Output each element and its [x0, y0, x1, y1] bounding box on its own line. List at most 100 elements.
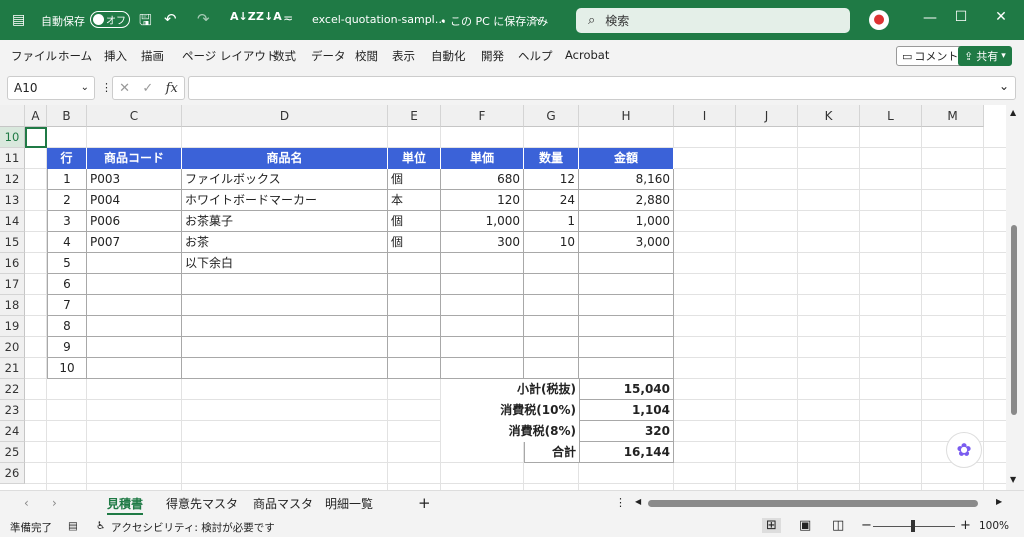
line-no-cell[interactable]: 7 — [47, 295, 87, 316]
menu-insert[interactable]: 挿入 — [104, 48, 127, 64]
product-code-cell[interactable] — [87, 295, 182, 316]
product-name-cell[interactable]: お茶 — [182, 232, 388, 253]
unit-cell[interactable] — [388, 358, 441, 379]
column-header-e[interactable]: E — [388, 105, 441, 127]
unit-cell[interactable] — [388, 295, 441, 316]
zoom-level[interactable]: 100% — [979, 520, 1009, 532]
product-name-cell[interactable] — [182, 337, 388, 358]
unit-cell[interactable] — [388, 253, 441, 274]
menu-acrobat[interactable]: Acrobat — [565, 48, 609, 62]
unit-price-cell[interactable] — [441, 358, 524, 379]
row-header-17[interactable]: 17 — [0, 274, 25, 295]
header-quantity[interactable]: 数量 — [524, 148, 579, 169]
row-header-14[interactable]: 14 — [0, 211, 25, 232]
unit-cell[interactable]: 個 — [388, 169, 441, 190]
redo-icon[interactable]: ↷ — [197, 10, 210, 28]
next-sheet-icon[interactable]: › — [52, 496, 57, 510]
header-unit[interactable]: 単位 — [388, 148, 441, 169]
total-value-cell[interactable]: 320 — [579, 421, 674, 442]
menu-draw[interactable]: 描画 — [141, 48, 164, 64]
unit-price-cell[interactable] — [441, 253, 524, 274]
quantity-cell[interactable] — [524, 274, 579, 295]
unit-price-cell[interactable] — [441, 274, 524, 295]
row-header-25[interactable]: 25 — [0, 442, 25, 463]
total-value-cell[interactable]: 16,144 — [579, 442, 674, 463]
row-header-13[interactable]: 13 — [0, 190, 25, 211]
file-name[interactable]: excel-quotation-sampl… — [312, 13, 446, 26]
product-name-cell[interactable] — [182, 274, 388, 295]
line-no-cell[interactable]: 6 — [47, 274, 87, 295]
close-button[interactable]: ✕ — [985, 9, 1017, 25]
amount-cell[interactable]: 2,880 — [579, 190, 674, 211]
quantity-cell[interactable] — [524, 337, 579, 358]
header-amount[interactable]: 金額 — [579, 148, 674, 169]
product-code-cell[interactable] — [87, 316, 182, 337]
enter-icon[interactable]: ✓ — [142, 81, 153, 96]
sheet-tab-quotation[interactable]: 見積書 — [107, 495, 144, 515]
sort-descending-icon[interactable]: Z↓A — [256, 10, 282, 23]
undo-icon[interactable]: ↶ — [164, 10, 177, 28]
amount-cell[interactable] — [579, 337, 674, 358]
product-code-cell[interactable]: P004 — [87, 190, 182, 211]
save-icon[interactable]: 🖫 — [139, 10, 152, 35]
menu-automate[interactable]: 自動化 — [431, 48, 466, 64]
unit-price-cell[interactable]: 300 — [441, 232, 524, 253]
product-name-cell[interactable] — [182, 295, 388, 316]
quantity-cell[interactable]: 10 — [524, 232, 579, 253]
page-break-view-icon[interactable]: ◫ — [832, 518, 844, 533]
row-header-20[interactable]: 20 — [0, 337, 25, 358]
unit-price-cell[interactable] — [441, 295, 524, 316]
total-value-cell[interactable]: 1,104 — [579, 400, 674, 421]
name-box[interactable]: A10 ⌄ — [7, 76, 95, 100]
unit-price-cell[interactable] — [441, 337, 524, 358]
amount-cell[interactable] — [579, 316, 674, 337]
row-header-12[interactable]: 12 — [0, 169, 25, 190]
menu-page-layout[interactable]: ページ レイアウト — [182, 48, 277, 64]
scroll-left-icon[interactable]: ◀ — [635, 497, 641, 506]
vertical-scrollbar[interactable]: ▲ ▼ — [1006, 105, 1024, 490]
row-header-26[interactable]: 26 — [0, 463, 25, 484]
accessibility-status[interactable]: アクセシビリティ: 検討が必要です — [111, 520, 275, 535]
autosave-toggle[interactable]: オフ — [90, 11, 130, 28]
total-label-cell[interactable]: 小計(税抜) — [441, 379, 579, 400]
select-all-corner[interactable] — [0, 105, 25, 127]
quantity-cell[interactable]: 24 — [524, 190, 579, 211]
column-header-l[interactable]: L — [860, 105, 922, 127]
column-header-a[interactable]: A — [25, 105, 47, 127]
amount-cell[interactable] — [579, 295, 674, 316]
total-label-cell[interactable]: 消費税(8%) — [441, 421, 579, 442]
row-header-15[interactable]: 15 — [0, 232, 25, 253]
copilot-button[interactable]: ✿ — [946, 432, 982, 468]
cancel-icon[interactable]: ✕ — [119, 81, 130, 96]
row-header-22[interactable]: 22 — [0, 379, 25, 400]
menu-view[interactable]: 表示 — [392, 48, 415, 64]
column-header-d[interactable]: D — [182, 105, 388, 127]
sort-ascending-icon[interactable]: A↓Z — [230, 10, 256, 23]
zoom-out-icon[interactable]: − — [861, 518, 872, 533]
line-no-cell[interactable]: 1 — [47, 169, 87, 190]
column-header-j[interactable]: J — [736, 105, 798, 127]
column-header-h[interactable]: H — [579, 105, 674, 127]
unit-price-cell[interactable]: 1,000 — [441, 211, 524, 232]
horizontal-scroll-thumb[interactable] — [648, 500, 978, 507]
customize-toolbar-icon[interactable]: ≂ — [283, 11, 293, 25]
unit-cell[interactable]: 本 — [388, 190, 441, 211]
menu-review[interactable]: 校閲 — [355, 48, 378, 64]
product-code-cell[interactable]: P007 — [87, 232, 182, 253]
unit-cell[interactable] — [388, 337, 441, 358]
avatar[interactable]: ● — [869, 10, 889, 30]
product-name-cell[interactable]: 以下余白 — [182, 253, 388, 274]
maximize-button[interactable]: ☐ — [945, 9, 977, 25]
product-code-cell[interactable]: P006 — [87, 211, 182, 232]
menu-file[interactable]: ファイル — [11, 48, 57, 64]
product-code-cell[interactable]: P003 — [87, 169, 182, 190]
column-header-g[interactable]: G — [524, 105, 579, 127]
product-code-cell[interactable] — [87, 253, 182, 274]
minimize-button[interactable]: — — [914, 10, 946, 26]
column-header-f[interactable]: F — [441, 105, 524, 127]
unit-cell[interactable]: 個 — [388, 211, 441, 232]
amount-cell[interactable] — [579, 358, 674, 379]
amount-cell[interactable]: 1,000 — [579, 211, 674, 232]
menu-formulas[interactable]: 数式 — [273, 48, 296, 64]
line-no-cell[interactable]: 10 — [47, 358, 87, 379]
